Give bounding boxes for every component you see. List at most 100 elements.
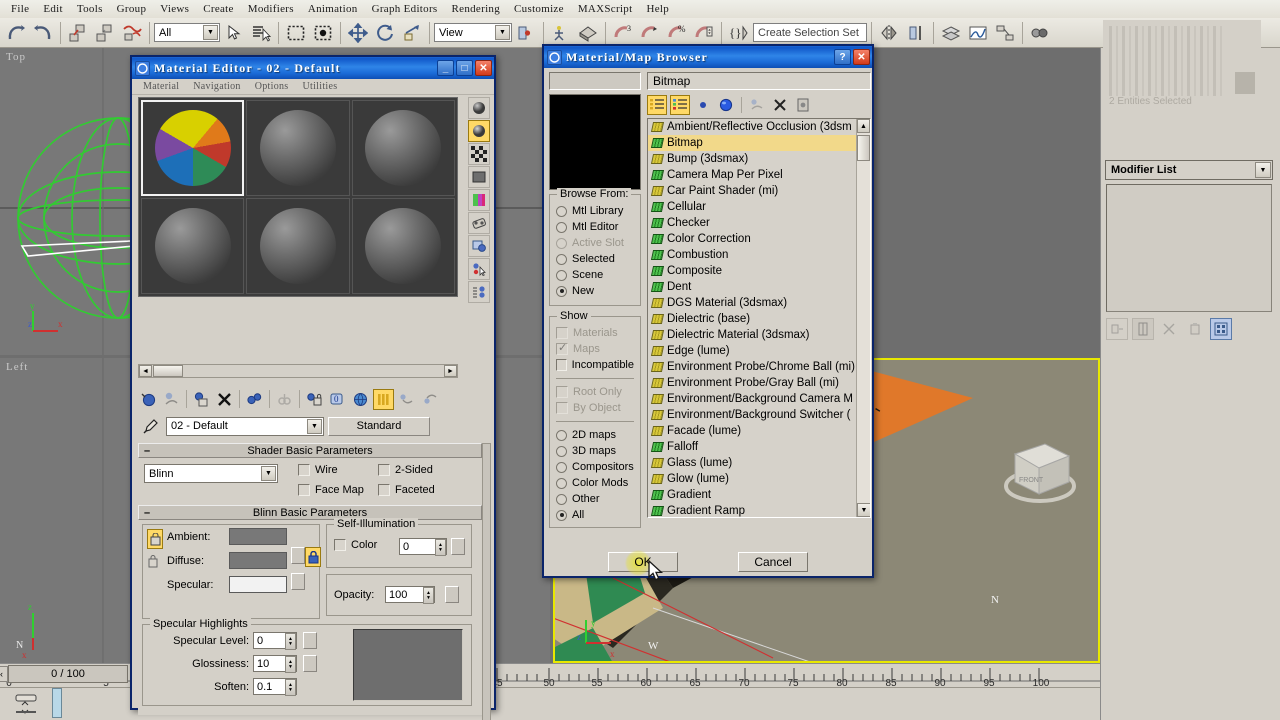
curve-editor-icon[interactable]	[965, 20, 991, 45]
self-illum-spinner[interactable]: ▲ ▼	[435, 539, 446, 556]
soften-spinner[interactable]: ▲ ▼	[285, 679, 296, 696]
hscroll-thumb[interactable]	[153, 365, 183, 377]
list-item[interactable]: Cellular	[648, 199, 856, 215]
list-item[interactable]: Color Correction	[648, 231, 856, 247]
radio-compositors[interactable]: Compositors	[556, 459, 634, 475]
list-item[interactable]: Glow (lume)	[648, 471, 856, 487]
select-and-link-icon[interactable]	[65, 20, 91, 45]
list-item[interactable]: Dielectric Material (3dsmax)	[648, 327, 856, 343]
background-checker-icon[interactable]	[468, 143, 490, 165]
show-end-result-material-icon[interactable]	[373, 388, 394, 410]
menu-file[interactable]: File	[4, 2, 36, 16]
list-item[interactable]: Gradient	[648, 487, 856, 503]
radio-selected[interactable]: Selected	[556, 251, 634, 267]
menu-animation[interactable]: Animation	[301, 2, 365, 16]
checkbox-face-map-box[interactable]	[298, 484, 310, 496]
list-item[interactable]: Dent	[648, 279, 856, 295]
radio-2d-maps[interactable]: 2D maps	[556, 427, 634, 443]
radio-mtl-library-dot[interactable]	[556, 205, 567, 217]
menu-group[interactable]: Group	[110, 2, 154, 16]
redo-icon[interactable]	[30, 20, 56, 45]
list-item[interactable]: Environment/Background Camera M	[648, 391, 856, 407]
list-item[interactable]: Environment Probe/Gray Ball (mi)	[648, 375, 856, 391]
radio-new[interactable]: New	[556, 283, 634, 299]
make-unique-icon[interactable]	[1158, 318, 1180, 340]
list-item[interactable]: Ambient/Reflective Occlusion (3dsm	[648, 119, 856, 135]
list-item[interactable]: Falloff	[648, 439, 856, 455]
menu-views[interactable]: Views	[153, 2, 196, 16]
radio-other[interactable]: Other	[556, 491, 634, 507]
radio-3d-maps[interactable]: 3D maps	[556, 443, 634, 459]
frame-readout[interactable]: ‹ 0 / 100	[0, 665, 128, 683]
get-material-icon[interactable]	[138, 389, 159, 410]
color-lock-icon[interactable]	[305, 547, 321, 567]
browser-titlebar[interactable]: Material/Map Browser ? ✕	[544, 46, 872, 68]
reference-coordinate-combo[interactable]: View ▼	[434, 23, 512, 42]
material-type-button[interactable]: Standard	[328, 416, 430, 436]
select-object-icon[interactable]	[221, 20, 247, 45]
specular-level-map-button[interactable]	[303, 632, 317, 649]
menu-create[interactable]: Create	[196, 2, 241, 16]
menu-modifiers[interactable]: Modifiers	[241, 2, 301, 16]
view-list-icons-icon[interactable]	[670, 95, 690, 115]
close-button[interactable]: ✕	[475, 60, 492, 76]
menu-edit[interactable]: Edit	[36, 2, 70, 16]
me-menu-navigation[interactable]: Navigation	[186, 81, 247, 92]
hscroll-left-arrow[interactable]: ◄	[139, 365, 152, 377]
radio-all-dot[interactable]	[556, 509, 567, 521]
list-item[interactable]: Dielectric (base)	[648, 311, 856, 327]
checkbox-faceted[interactable]: Faceted	[378, 484, 435, 496]
update-scene-materials-icon[interactable]	[747, 95, 767, 115]
glossiness-field[interactable]: 10 ▲ ▼	[253, 655, 297, 673]
select-by-name-icon[interactable]	[248, 20, 274, 45]
menu-help[interactable]: Help	[639, 2, 676, 16]
prev-frame-button[interactable]: ‹	[0, 666, 8, 682]
key-mode-icon[interactable]	[12, 692, 42, 714]
radio-mtl-editor-dot[interactable]	[556, 221, 567, 233]
specular-level-spinner[interactable]: ▲ ▼	[285, 633, 296, 650]
list-item[interactable]: DGS Material (3dsmax)	[648, 295, 856, 311]
material-map-browser-window[interactable]: Material/Map Browser ? ✕ Bitmap Ambient/…	[542, 44, 874, 578]
opacity-value-field[interactable]: 100 ▲ ▼	[385, 586, 435, 604]
video-color-check-icon[interactable]	[468, 189, 490, 211]
material-editor-param-scrollbar[interactable]	[482, 443, 491, 720]
modifier-stack[interactable]	[1106, 184, 1272, 312]
sample-uv-tiling-icon[interactable]	[468, 166, 490, 188]
named-selection-set-input[interactable]: Create Selection Set	[753, 23, 867, 42]
select-and-scale-icon[interactable]	[399, 20, 425, 45]
menu-graph-editors[interactable]: Graph Editors	[365, 2, 445, 16]
menu-tools[interactable]: Tools	[70, 2, 110, 16]
diffuse-map-button[interactable]	[291, 547, 305, 564]
list-item[interactable]: Glass (lume)	[648, 455, 856, 471]
delete-from-library-icon[interactable]	[770, 95, 790, 115]
specular-level-field[interactable]: 0 ▲ ▼	[253, 632, 297, 650]
checkbox-incompatible[interactable]: Incompatible	[556, 357, 634, 373]
select-and-manipulate-icon[interactable]	[548, 20, 574, 45]
ambient-color-swatch[interactable]	[229, 528, 287, 545]
modifier-list-combo[interactable]: Modifier List ▼	[1105, 160, 1273, 180]
list-item[interactable]: Gradient Ramp	[648, 503, 856, 517]
configure-modifier-sets-icon[interactable]	[1210, 318, 1232, 340]
checkbox-face-map[interactable]: Face Map	[298, 484, 364, 496]
radio-other-dot[interactable]	[556, 493, 567, 505]
list-item[interactable]: Edge (lume)	[648, 343, 856, 359]
help-button[interactable]: ?	[834, 49, 851, 65]
sample-slot-3[interactable]	[351, 100, 455, 196]
select-and-move-icon[interactable]	[345, 20, 371, 45]
assign-material-to-selection-icon[interactable]	[191, 389, 212, 410]
mirror-icon[interactable]	[876, 20, 902, 45]
make-preview-icon[interactable]	[468, 212, 490, 234]
sample-slot-1[interactable]	[141, 100, 245, 196]
me-menu-material[interactable]: Material	[136, 81, 186, 92]
soften-field[interactable]: 0.1 ▲ ▼	[253, 678, 297, 696]
shader-type-combo[interactable]: Blinn ▼	[144, 464, 278, 483]
specular-color-swatch[interactable]	[229, 576, 287, 593]
ok-button[interactable]: OK	[608, 550, 678, 576]
layer-manager-icon[interactable]	[938, 20, 964, 45]
go-forward-to-sibling-icon[interactable]	[419, 389, 440, 410]
sample-slot-6[interactable]	[351, 198, 455, 294]
checkbox-faceted-box[interactable]	[378, 484, 390, 496]
opacity-spinner[interactable]: ▲ ▼	[423, 587, 434, 604]
material-effects-channel-icon[interactable]: 0	[327, 389, 348, 410]
use-pivot-point-center-icon[interactable]	[513, 20, 539, 45]
